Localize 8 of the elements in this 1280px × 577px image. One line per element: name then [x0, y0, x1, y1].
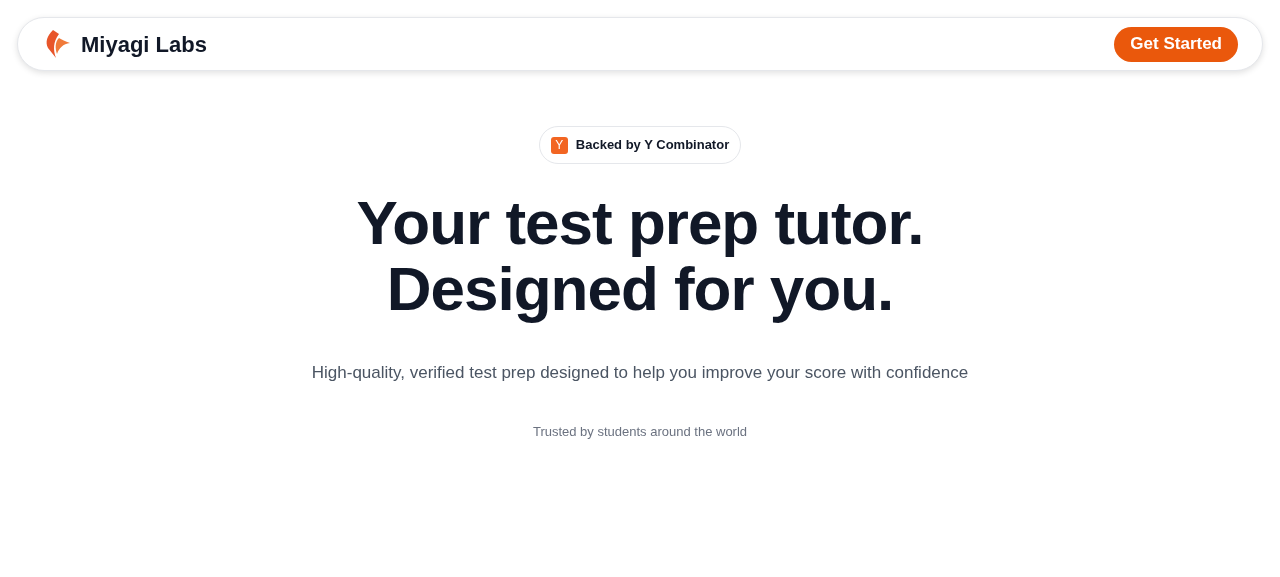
badge-label: Backed by Y Combinator — [575, 136, 730, 155]
headline-line: Designed for you. — [386, 256, 894, 322]
hero-subtitle: High-quality, verified test prep designed to help you improve your score with confidence — [311, 362, 969, 384]
headline-line: Your test prep tutor. — [356, 190, 924, 256]
get-started-button[interactable]: Get Started — [1114, 26, 1238, 62]
y-logo: Y — [550, 136, 568, 154]
brand-name: Miyagi Labs — [81, 30, 207, 59]
trust-note: Trusted by students around the world — [532, 422, 748, 441]
